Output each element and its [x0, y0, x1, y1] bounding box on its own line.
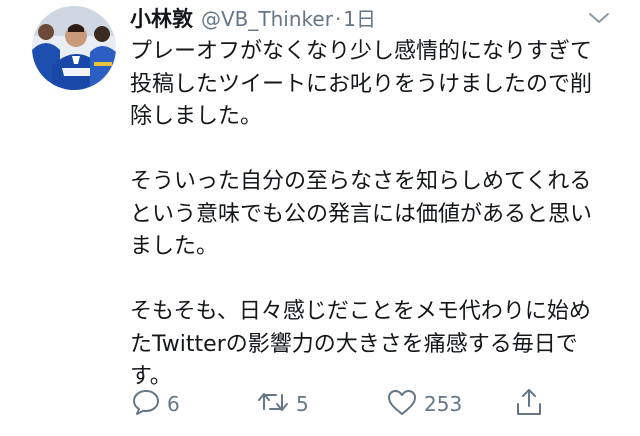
retweet-count: 5 — [296, 392, 309, 416]
tweet-paragraph: そもそも、日々感じだことをメモ代わりに始め たTwitterの影響力の大きさを痛… — [130, 299, 591, 389]
tweet-text: プレーオフがなくなり少し感情的になりすぎて 投稿したツイートにお叱りをうけました… — [130, 36, 610, 394]
retweet-icon — [256, 387, 290, 421]
tweet-header: 小林敦 @VB_Thinker · 1日 — [130, 3, 376, 33]
heart-icon — [386, 387, 418, 421]
separator-dot: · — [334, 7, 342, 31]
retweet-button[interactable]: 5 — [256, 386, 309, 422]
tweet-paragraph: プレーオフがなくなり少し感情的になりすぎて 投稿したツイートにお叱りをうけました… — [130, 39, 593, 129]
avatar[interactable] — [32, 6, 116, 90]
like-button[interactable]: 253 — [386, 386, 462, 422]
tweet: 小林敦 @VB_Thinker · 1日 プレーオフがなくなり少し感情的になりす… — [0, 0, 640, 436]
timestamp[interactable]: 1日 — [343, 3, 376, 32]
like-count: 253 — [424, 392, 463, 416]
chevron-down-icon[interactable] — [586, 8, 612, 28]
reply-count: 6 — [167, 392, 180, 416]
reply-button[interactable]: 6 — [131, 386, 180, 422]
tweet-paragraph: そういった自分の至らなさを知らしめてくれる という意味でも公の発言には価値がある… — [130, 169, 593, 259]
user-handle[interactable]: @VB_Thinker — [201, 7, 333, 31]
share-button[interactable] — [514, 386, 544, 422]
reply-icon — [131, 387, 161, 421]
share-icon — [514, 386, 544, 422]
display-name[interactable]: 小林敦 — [130, 3, 193, 33]
avatar-photo — [32, 6, 116, 90]
action-bar: 6 5 253 — [0, 386, 640, 422]
